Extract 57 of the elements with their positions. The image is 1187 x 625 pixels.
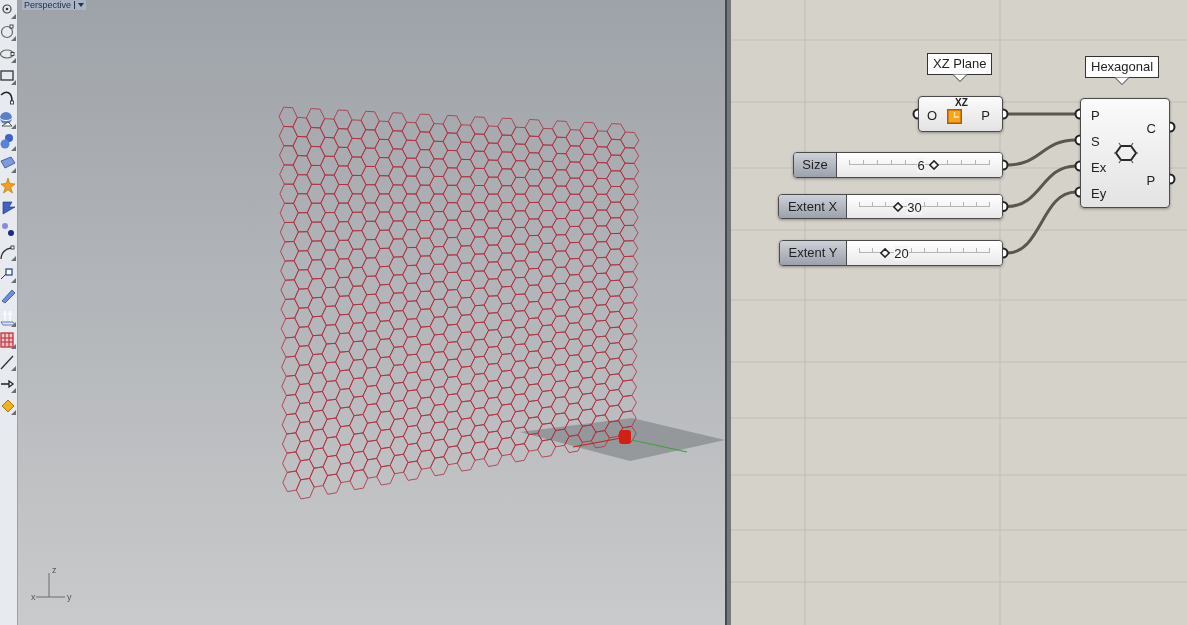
curve-icon[interactable] — [0, 89, 16, 107]
icon-caption: XZ — [955, 98, 968, 108]
slider-thumb-icon[interactable] — [893, 201, 904, 212]
input-param[interactable]: Ey — [1091, 185, 1107, 201]
grid-icon[interactable] — [0, 331, 16, 349]
line-icon[interactable] — [0, 353, 16, 371]
slider-track[interactable]: 30 — [847, 195, 1002, 218]
number-slider[interactable]: Size 6 — [793, 152, 1003, 178]
axis-label: x — [31, 592, 36, 602]
input-param[interactable]: O — [927, 107, 938, 123]
control-point-icon[interactable] — [0, 265, 16, 283]
slider-thumb-icon[interactable] — [928, 160, 939, 170]
input-param[interactable]: P — [1091, 107, 1100, 123]
number-slider[interactable]: Extent X 30 — [778, 194, 1003, 219]
slider-label: Extent X — [779, 195, 847, 218]
component-node[interactable]: P S Ex Ey C P — [1080, 98, 1170, 208]
caret-icon[interactable] — [78, 3, 85, 7]
points-icon[interactable] — [0, 221, 16, 239]
arrows-up-icon[interactable] — [0, 309, 16, 327]
y-axis-line — [631, 439, 688, 453]
plane-icon — [947, 109, 962, 124]
axis-tripod-drawing — [35, 572, 66, 598]
arc-icon[interactable] — [0, 243, 16, 261]
slider-label: Extent Y — [780, 241, 847, 265]
number-slider[interactable]: Extent Y 20 — [779, 240, 1003, 266]
tag-pointer-icon — [952, 74, 967, 82]
input-param[interactable]: Ex — [1091, 159, 1107, 175]
origin-marker-icon — [619, 430, 631, 444]
point-icon[interactable] — [0, 1, 16, 19]
wire — [1007, 112, 1076, 116]
circle-icon[interactable] — [0, 23, 16, 41]
slider-track[interactable]: 20 — [847, 241, 1002, 265]
output-param[interactable]: P — [1146, 172, 1156, 188]
bar-icon[interactable] — [0, 287, 16, 305]
diamond-icon[interactable] — [0, 397, 16, 415]
tag-pointer-icon — [1115, 77, 1130, 85]
slider-track[interactable]: 6 — [837, 153, 1002, 177]
slider-label: Size — [794, 153, 837, 177]
polygon-icon[interactable] — [0, 199, 16, 217]
output-param[interactable]: P — [981, 107, 990, 123]
axis-label: z — [52, 565, 57, 575]
slider-value: 20 — [894, 245, 909, 261]
viewport-tab[interactable]: Perspective — [22, 0, 87, 10]
input-param[interactable]: S — [1091, 133, 1100, 149]
star-icon[interactable] — [0, 177, 16, 195]
spheres-icon[interactable] — [0, 133, 16, 151]
hexagon-icon — [1114, 141, 1138, 165]
sphere-icon[interactable] — [0, 111, 16, 129]
x-axis-line — [572, 437, 622, 448]
rectangle-icon[interactable] — [0, 67, 16, 85]
slider-value: 6 — [917, 157, 925, 173]
component-node[interactable]: O P XZ — [918, 96, 1003, 132]
output-param[interactable]: C — [1146, 120, 1156, 136]
slider-value: 30 — [907, 199, 922, 214]
surface-icon[interactable] — [0, 155, 16, 173]
slider-thumb-icon[interactable] — [880, 248, 891, 258]
axis-label: y — [67, 592, 72, 602]
